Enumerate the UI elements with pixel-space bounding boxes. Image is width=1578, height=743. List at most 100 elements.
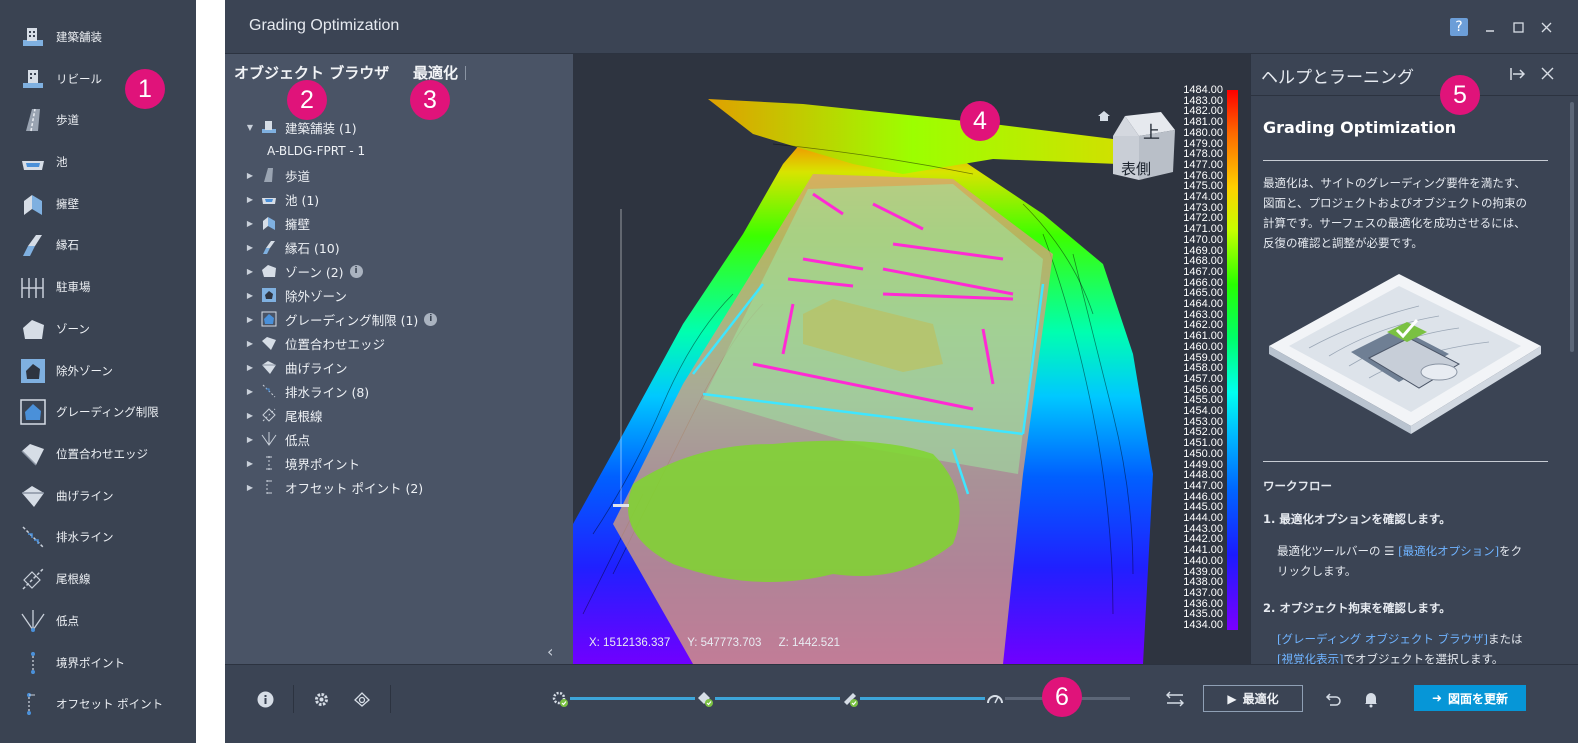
tree-node-ridge-line[interactable]: ▶ 尾根線 <box>243 405 563 425</box>
palette-item-pond[interactable]: 池 <box>18 146 188 178</box>
expand-arrow-icon[interactable]: ▶ <box>243 387 257 396</box>
bell-icon[interactable] <box>1361 689 1381 709</box>
workflow-step-1-detail: 最適化ツールバーの ☰ [最適化オプション]をク <box>1277 541 1552 561</box>
palette-item-label: 位置合わせエッジ <box>56 447 148 461</box>
info-icon[interactable]: i <box>424 312 438 326</box>
tree-node-label: 境界ポイント <box>285 456 361 472</box>
tree-node-child[interactable]: A-BLDG-FPRT - 1 <box>261 141 581 161</box>
building-pavement-icon <box>18 22 48 52</box>
window-title: Grading Optimization <box>249 17 400 34</box>
expand-arrow-icon[interactable]: ▶ <box>243 411 257 420</box>
tree-node-grading-limit[interactable]: ▶ グレーディング制限 (1) i <box>243 309 563 329</box>
step-solve-complete-icon[interactable] <box>840 689 860 709</box>
palette-item-retaining-wall[interactable]: 擁壁 <box>18 188 188 220</box>
help-panel: ヘルプとラーニング Grading Optimization 最適化は、サイトの… <box>1250 54 1578 664</box>
minimize-icon[interactable] <box>1481 18 1499 36</box>
tree-node-zone[interactable]: ▶ ゾーン (2) i <box>243 261 563 281</box>
expand-arrow-icon[interactable]: ▶ <box>243 267 257 276</box>
bend-line-icon <box>259 359 279 375</box>
palette-item-label: 尾根線 <box>56 572 91 586</box>
expand-arrow-icon[interactable]: ▶ <box>243 195 257 204</box>
tree-node-offset-point[interactable]: ▶ オフセット ポイント (2) <box>243 477 563 497</box>
gear-icon[interactable] <box>311 689 331 709</box>
pin-icon[interactable] <box>1509 66 1527 85</box>
collapse-panel-icon[interactable]: ‹ <box>547 642 553 661</box>
expand-arrow-icon[interactable]: ▶ <box>243 315 257 324</box>
tree-node-boundary-point[interactable]: ▶ 境界ポイント <box>243 453 563 473</box>
optimize-button[interactable]: ▶ 最適化 <box>1203 685 1303 712</box>
view-cube[interactable]: 上 表側 <box>1111 112 1177 184</box>
help-scrollbar[interactable] <box>1570 102 1574 352</box>
info-icon[interactable]: i <box>349 264 363 278</box>
ridge-line-icon <box>18 564 48 594</box>
palette-item-alignment-edge[interactable]: 位置合わせエッジ <box>18 438 188 470</box>
home-view-icon[interactable] <box>1097 110 1111 125</box>
options-icon: ☰ <box>1384 544 1395 558</box>
palette-item-low-point[interactable]: 低点 <box>18 605 188 637</box>
tree-node-label: 池 (1) <box>285 192 320 208</box>
expand-arrow-icon[interactable]: ▶ <box>243 459 257 468</box>
workflow-step-1: 1. 最適化オプションを確認します。 <box>1263 512 1451 526</box>
palette-item-offset-point[interactable]: オフセット ポイント <box>18 688 188 720</box>
expand-arrow-icon[interactable]: ▶ <box>243 219 257 228</box>
palette-item-label: 擁壁 <box>56 197 79 211</box>
tree-node-drainage-line[interactable]: ▶ 排水ライン (8) <box>243 381 563 401</box>
3d-viewport[interactable]: 上 表側 1484.00 1483.00 1482.00 1481.00 1480.00… <box>573 54 1250 664</box>
expand-arrow-icon[interactable]: ▶ <box>243 291 257 300</box>
marker-2: 2 <box>287 80 327 120</box>
tree-node-exclusion-zone[interactable]: ▶ 除外ゾーン <box>243 285 563 305</box>
help-intro-line: 反復の確認と調整が必要です。 <box>1263 236 1423 250</box>
tree-node-retaining-wall[interactable]: ▶ 擁壁 <box>243 213 563 233</box>
step-setup-complete-icon[interactable] <box>550 689 570 709</box>
palette-item-parking[interactable]: 駐車場 <box>18 271 188 303</box>
palette-item-label: 排水ライン <box>56 530 114 544</box>
info-icon[interactable] <box>255 689 275 709</box>
tree-node-alignment-edge[interactable]: ▶ 位置合わせエッジ <box>243 333 563 353</box>
tree-node-low-point[interactable]: ▶ 低点 <box>243 429 563 449</box>
palette-item-label: ゾーン <box>56 322 90 336</box>
expand-arrow-icon[interactable]: ▶ <box>243 363 257 372</box>
zone-icon <box>18 314 48 344</box>
surface-settings-icon[interactable] <box>352 689 372 709</box>
tree-node-label: 建築舗装 (1) <box>285 120 357 136</box>
palette-item-drainage-line[interactable]: 排水ライン <box>18 521 188 553</box>
tree-node-bend-line[interactable]: ▶ 曲げライン <box>243 357 563 377</box>
undo-icon[interactable] <box>1322 689 1342 709</box>
step2-text-post: でオブジェクトを選択します。 <box>1343 652 1504 664</box>
speed-gauge-icon[interactable] <box>985 689 1005 709</box>
tree-node-sidewalk[interactable]: ▶ 歩道 <box>243 165 563 185</box>
expand-arrow-icon[interactable]: ▶ <box>243 435 257 444</box>
palette-item-bend-line[interactable]: 曲げライン <box>18 480 188 512</box>
palette-item-grading-limit[interactable]: グレーディング制限 <box>18 396 188 428</box>
expand-arrow-icon[interactable]: ▶ <box>243 243 257 252</box>
expand-arrow-icon[interactable]: ▼ <box>243 123 257 132</box>
update-drawing-button[interactable]: ➜ 図面を更新 <box>1414 685 1526 711</box>
palette-item-sidewalk[interactable]: 歩道 <box>18 104 188 136</box>
optimization-options-icon[interactable] <box>1165 689 1185 709</box>
tree-node-pond[interactable]: ▶ 池 (1) <box>243 189 563 209</box>
maximize-icon[interactable] <box>1509 18 1527 36</box>
palette-item-building-pavement[interactable]: 建築舗装 <box>18 21 188 53</box>
elevation-label: 1434.00 <box>1183 619 1223 631</box>
close-help-icon[interactable] <box>1541 67 1554 83</box>
expand-arrow-icon[interactable]: ▶ <box>243 171 257 180</box>
tree-node-label: A-BLDG-FPRT - 1 <box>267 144 366 158</box>
grading-object-browser-link[interactable]: [グレーディング オブジェクト ブラウザ] <box>1277 632 1488 646</box>
step-constraints-complete-icon[interactable] <box>695 689 715 709</box>
palette-item-ridge-line[interactable]: 尾根線 <box>18 563 188 595</box>
question-icon[interactable]: ? <box>1450 18 1468 36</box>
expand-arrow-icon[interactable]: ▶ <box>243 339 257 348</box>
optimization-options-link[interactable]: [最適化オプション] <box>1398 544 1499 558</box>
close-icon[interactable] <box>1537 18 1555 36</box>
palette-item-boundary-point[interactable]: 境界ポイント <box>18 647 188 679</box>
x-coordinate: X: 1512136.337 <box>589 637 671 649</box>
expand-arrow-icon[interactable]: ▶ <box>243 483 257 492</box>
workflow-step-2: 2. オブジェクト拘束を確認します。 <box>1263 601 1451 615</box>
building-pavement-icon <box>259 119 279 135</box>
palette-item-zone[interactable]: ゾーン <box>18 313 188 345</box>
tree-node-building-pavement[interactable]: ▼ 建築舗装 (1) <box>243 117 563 137</box>
tree-node-curb[interactable]: ▶ 縁石 (10) <box>243 237 563 257</box>
palette-item-curb[interactable]: 縁石 <box>18 229 188 261</box>
palette-item-exclusion-zone[interactable]: 除外ゾーン <box>18 355 188 387</box>
visualization-link[interactable]: [視覚化表示] <box>1277 652 1343 664</box>
